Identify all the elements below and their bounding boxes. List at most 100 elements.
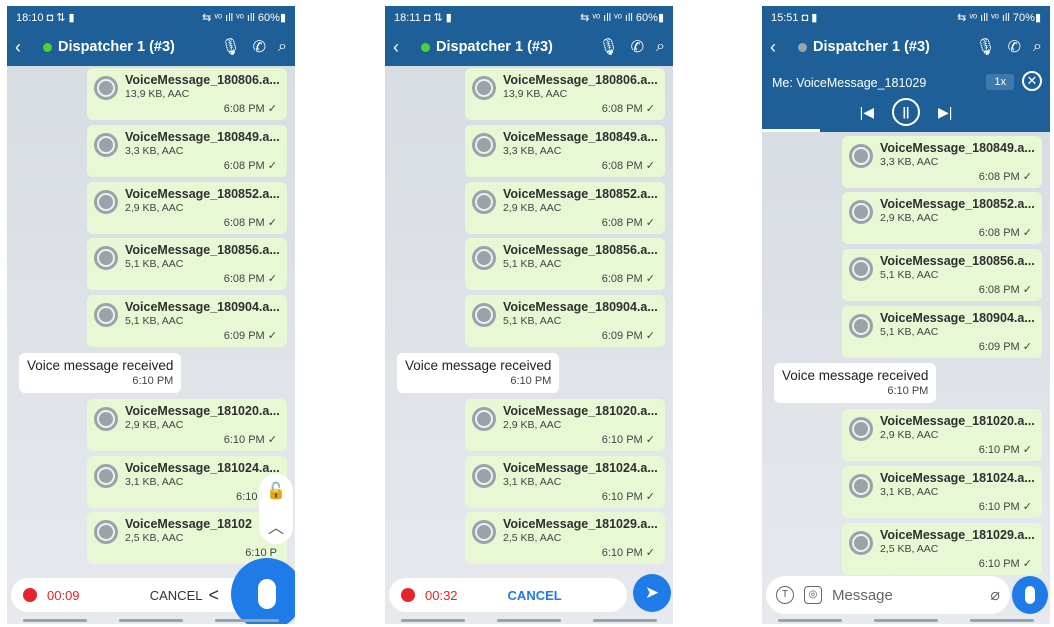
voice-message-bubble[interactable]: VoiceMessage_181020.a... 2,9 KB, AAC 6:1… xyxy=(87,399,287,451)
voice-message-bubble[interactable]: VoiceMessage_180849.a... 3,3 KB, AAC 6:0… xyxy=(87,125,287,177)
back-icon[interactable]: ‹ xyxy=(15,37,37,58)
play-icon[interactable] xyxy=(472,407,496,431)
voice-message-bubble[interactable]: VoiceMessage_181024.a... 3,1 KB, AAC 6:1… xyxy=(842,466,1042,518)
phone-call-icon[interactable]: ✆ xyxy=(1008,37,1021,57)
voice-message-bubble[interactable]: VoiceMessage_180904.a... 5,1 KB, AAC 6:0… xyxy=(465,295,665,347)
received-message-bubble[interactable]: Voice message received 6:10 PM xyxy=(397,353,560,393)
voice-message-bubble[interactable]: VoiceMessage_180852.a... 2,9 KB, AAC 6:0… xyxy=(87,182,287,234)
voice-message-bubble[interactable]: VoiceMessage_181024.a... 3,1 KB, AAC 6:1… xyxy=(465,456,665,508)
play-icon[interactable] xyxy=(94,303,118,327)
message-time: 6:08 PM ✓ xyxy=(601,103,655,115)
received-message-bubble[interactable]: Voice message received 6:10 PM xyxy=(774,363,937,403)
back-icon[interactable]: ‹ xyxy=(770,37,792,58)
voice-message-bubble[interactable]: VoiceMessage_180852.a... 2,9 KB, AAC 6:0… xyxy=(465,182,665,234)
voice-message-bubble[interactable]: VoiceMessage_18102 2,5 KB, AAC 6:10 P xyxy=(87,512,287,564)
play-icon[interactable] xyxy=(472,303,496,327)
voice-message-bubble[interactable]: VoiceMessage_180856.a... 5,1 KB, AAC 6:0… xyxy=(87,238,287,290)
voice-message-bubble[interactable]: VoiceMessage_181029.a... 2,5 KB, AAC 6:1… xyxy=(465,512,665,564)
chat-title: Dispatcher 1 (#3) xyxy=(58,39,175,55)
back-icon[interactable]: ‹ xyxy=(393,37,415,58)
play-icon[interactable] xyxy=(94,76,118,100)
voice-message-bubble[interactable]: VoiceMessage_180806.a... 13,9 KB, AAC 6:… xyxy=(87,68,287,120)
pause-icon[interactable] xyxy=(849,531,873,555)
record-mic-button[interactable] xyxy=(1012,576,1048,614)
play-icon[interactable] xyxy=(849,200,873,224)
message-time: 6:10 PM ✓ xyxy=(223,434,277,446)
play-icon[interactable] xyxy=(472,464,496,488)
message-filename: VoiceMessage_180806.a... xyxy=(125,73,280,87)
search-icon[interactable]: ⌕ xyxy=(278,38,287,56)
play-icon[interactable] xyxy=(94,190,118,214)
recording-bar: 00:32 CANCEL xyxy=(389,578,627,612)
record-mic-button[interactable] xyxy=(231,558,295,624)
received-message-bubble[interactable]: Voice message received 6:10 PM xyxy=(19,353,182,393)
message-time: 6:10 P xyxy=(245,547,277,559)
message-time: 6:08 PM ✓ xyxy=(223,160,277,172)
message-list[interactable]: VoiceMessage_180806.a... 13,9 KB, AAC 6:… xyxy=(385,66,673,624)
voice-message-bubble[interactable]: VoiceMessage_180904.a... 5,1 KB, AAC 6:0… xyxy=(842,306,1042,358)
play-icon[interactable] xyxy=(94,464,118,488)
play-icon[interactable] xyxy=(849,314,873,338)
slide-to-cancel-label[interactable]: CANCEL xyxy=(150,588,203,603)
search-icon[interactable]: ⌕ xyxy=(656,38,665,56)
play-icon[interactable] xyxy=(849,474,873,498)
voice-message-bubble[interactable]: VoiceMessage_180856.a... 5,1 KB, AAC 6:0… xyxy=(465,238,665,290)
message-input[interactable]: Message xyxy=(832,587,980,604)
next-track-icon[interactable]: ▶| xyxy=(938,104,952,121)
voice-message-bubble[interactable]: VoiceMessage_181020.a... 2,9 KB, AAC 6:1… xyxy=(465,399,665,451)
cancel-button[interactable]: CANCEL xyxy=(508,588,562,603)
voice-message-bubble[interactable]: VoiceMessage_181024.a... 3,1 KB, AAC 6:1… xyxy=(87,456,287,508)
play-icon[interactable] xyxy=(94,520,118,544)
send-button[interactable]: ➤ xyxy=(633,574,671,612)
message-filename: VoiceMessage_180849.a... xyxy=(880,141,1035,155)
camera-icon[interactable]: ◎ xyxy=(804,586,822,604)
unlock-icon[interactable]: 🔓 xyxy=(266,481,286,501)
microphone-icon[interactable]: 🎙 xyxy=(220,37,240,57)
search-icon[interactable]: ⌕ xyxy=(1033,38,1042,56)
microphone-icon[interactable]: 🎙 xyxy=(975,37,995,57)
nav-hint xyxy=(385,619,673,622)
message-list[interactable]: VoiceMessage_180849.a... 3,3 KB, AAC 6:0… xyxy=(762,132,1050,624)
voice-message-bubble[interactable]: VoiceMessage_180904.a... 5,1 KB, AAC 6:0… xyxy=(87,295,287,347)
record-lock-panel[interactable]: 🔓 ︿ xyxy=(259,474,293,544)
voice-message-bubble-playing[interactable]: VoiceMessage_181029.a... 2,5 KB, AAC 6:1… xyxy=(842,523,1042,575)
nav-hint xyxy=(7,619,295,622)
received-message-text: Voice message received xyxy=(405,358,552,373)
microphone-icon[interactable]: 🎙 xyxy=(598,37,618,57)
text-format-icon[interactable]: T xyxy=(776,586,794,604)
play-icon[interactable] xyxy=(849,257,873,281)
previous-track-icon[interactable]: |◀ xyxy=(860,104,874,121)
voice-message-bubble[interactable]: VoiceMessage_181020.a... 2,9 KB, AAC 6:1… xyxy=(842,409,1042,461)
play-icon[interactable] xyxy=(849,417,873,441)
phone-call-icon[interactable]: ✆ xyxy=(253,37,266,57)
audio-player-bar: Me: VoiceMessage_181029 1x ✕ |◀ || ▶| xyxy=(762,66,1050,132)
play-icon[interactable] xyxy=(849,144,873,168)
online-status-icon xyxy=(421,42,430,52)
message-list[interactable]: VoiceMessage_180806.a... 13,9 KB, AAC 6:… xyxy=(7,66,295,624)
play-icon[interactable] xyxy=(472,520,496,544)
phone-call-icon[interactable]: ✆ xyxy=(631,37,644,57)
play-icon[interactable] xyxy=(472,190,496,214)
message-filename: VoiceMessage_181024.a... xyxy=(880,471,1035,485)
play-icon[interactable] xyxy=(472,133,496,157)
message-size: 3,1 KB, AAC xyxy=(880,486,939,498)
voice-message-bubble[interactable]: VoiceMessage_180849.a... 3,3 KB, AAC 6:0… xyxy=(465,125,665,177)
message-time: 6:08 PM ✓ xyxy=(223,103,277,115)
playback-speed-button[interactable]: 1x xyxy=(986,74,1014,90)
play-icon[interactable] xyxy=(94,246,118,270)
play-icon[interactable] xyxy=(94,407,118,431)
player-track-title: Me: VoiceMessage_181029 xyxy=(772,76,927,90)
play-icon[interactable] xyxy=(472,76,496,100)
attachment-icon[interactable]: ⌀ xyxy=(990,585,1000,605)
voice-message-bubble[interactable]: VoiceMessage_180852.a... 2,9 KB, AAC 6:0… xyxy=(842,192,1042,244)
voice-message-bubble[interactable]: VoiceMessage_180849.a... 3,3 KB, AAC 6:0… xyxy=(842,136,1042,188)
status-bar: 18:11 ◘ ⇅ ▮ ⇆ ᵛᵒ ıll ᵛᵒ ıll 60%▮ xyxy=(385,6,673,28)
play-icon[interactable] xyxy=(94,133,118,157)
message-size: 3,3 KB, AAC xyxy=(125,145,184,157)
voice-message-bubble[interactable]: VoiceMessage_180806.a... 13,9 KB, AAC 6:… xyxy=(465,68,665,120)
message-time: 6:08 PM ✓ xyxy=(601,273,655,285)
close-player-icon[interactable]: ✕ xyxy=(1022,71,1042,91)
pause-button[interactable]: || xyxy=(892,98,920,126)
play-icon[interactable] xyxy=(472,246,496,270)
voice-message-bubble[interactable]: VoiceMessage_180856.a... 5,1 KB, AAC 6:0… xyxy=(842,249,1042,301)
